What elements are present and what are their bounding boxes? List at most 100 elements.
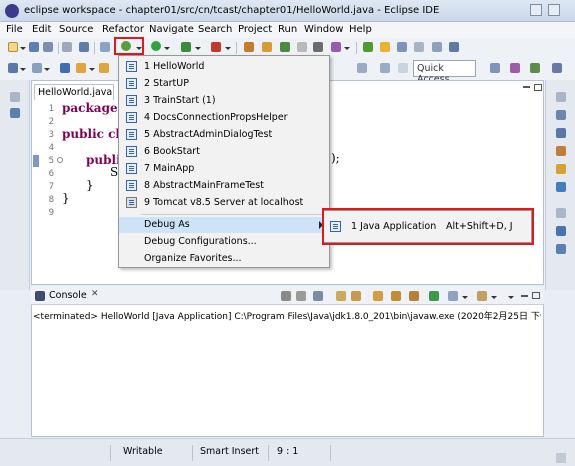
menu-window[interactable]: Window xyxy=(304,24,343,35)
java-perspective-icon[interactable] xyxy=(510,63,520,73)
menu-search[interactable]: Search xyxy=(198,24,232,35)
new-java-project-icon[interactable] xyxy=(244,42,254,52)
chevron-down-icon[interactable] xyxy=(20,68,26,71)
code-line[interactable]: } xyxy=(62,191,70,205)
open-perspective-icon[interactable] xyxy=(490,63,500,73)
outline-icon[interactable] xyxy=(556,128,566,138)
back-icon[interactable] xyxy=(76,63,86,73)
task-list-icon[interactable] xyxy=(556,110,566,120)
pin-console-icon[interactable] xyxy=(429,291,439,301)
view-menu-icon[interactable] xyxy=(508,296,514,299)
menu-item-recent-4[interactable]: 4 DocsConnectionPropsHelper xyxy=(119,110,329,126)
code-line[interactable]: } xyxy=(86,178,94,192)
menu-refactor[interactable]: Refactor xyxy=(102,24,144,35)
show-on-output-icon[interactable] xyxy=(391,291,401,301)
menu-item-recent-8[interactable]: 8 AbstractMainFrameTest xyxy=(119,178,329,194)
menu-item-debug-as[interactable]: Debug As xyxy=(119,217,329,233)
minimize-button[interactable] xyxy=(530,4,542,16)
javadoc-icon[interactable] xyxy=(556,244,566,254)
maximize-button[interactable] xyxy=(548,4,560,16)
code-line[interactable]: package xyxy=(62,101,118,115)
menu-edit[interactable]: Edit xyxy=(32,24,51,35)
new-class-icon[interactable] xyxy=(280,42,290,52)
whitespace-icon[interactable] xyxy=(432,42,442,52)
minimize-console-icon[interactable] xyxy=(521,295,528,297)
chevron-down-icon[interactable] xyxy=(89,68,95,71)
maximize-console-icon[interactable] xyxy=(532,292,540,299)
chevron-down-icon[interactable] xyxy=(195,47,201,50)
block-selection-icon[interactable] xyxy=(397,42,407,52)
chevron-down-icon[interactable] xyxy=(491,296,497,299)
search-icon[interactable] xyxy=(331,42,341,52)
mark-occurrences-icon[interactable] xyxy=(380,42,390,52)
annotation-next-icon[interactable] xyxy=(363,42,373,52)
debug-perspective-icon[interactable] xyxy=(530,63,540,73)
new-package-icon[interactable] xyxy=(262,42,272,52)
previous-annotation-icon[interactable] xyxy=(32,63,42,73)
new-icon[interactable] xyxy=(8,42,18,52)
save-all-icon[interactable] xyxy=(43,42,53,52)
menu-run[interactable]: Run xyxy=(278,24,297,35)
close-icon[interactable]: ✕ xyxy=(91,289,99,299)
chevron-down-icon[interactable] xyxy=(225,47,231,50)
bookmark-icon[interactable] xyxy=(556,146,566,156)
menu-item-debug-configurations[interactable]: Debug Configurations... xyxy=(119,234,329,250)
run-icon[interactable] xyxy=(151,41,161,51)
menu-item-organize-favorites[interactable]: Organize Favorites... xyxy=(119,251,329,267)
menu-project[interactable]: Project xyxy=(238,24,272,35)
scroll-lock-icon[interactable] xyxy=(351,291,361,301)
coverage-icon[interactable] xyxy=(181,42,191,52)
remove-all-icon[interactable] xyxy=(313,291,323,301)
menu-item-recent-9[interactable]: 9 Tomcat v8.5 Server at localhost xyxy=(119,195,329,211)
open-type-icon[interactable] xyxy=(297,42,307,52)
minimize-editor-icon[interactable] xyxy=(523,86,530,88)
menu-file[interactable]: File xyxy=(6,24,23,35)
remove-launch-icon[interactable] xyxy=(296,291,306,301)
package-explorer-icon[interactable] xyxy=(10,108,20,118)
toggle-icon[interactable] xyxy=(380,63,390,73)
open-task-icon[interactable] xyxy=(313,42,323,52)
restore-icon[interactable] xyxy=(10,92,20,102)
chevron-down-icon[interactable] xyxy=(164,47,170,50)
save-icon[interactable] xyxy=(29,42,39,52)
last-edit-icon[interactable] xyxy=(60,63,70,73)
next-annotation-icon[interactable] xyxy=(8,63,18,73)
forward-icon[interactable] xyxy=(99,63,109,73)
restore-icon[interactable] xyxy=(556,208,566,218)
hierarchy-icon[interactable] xyxy=(556,182,566,192)
console-tab[interactable]: Console xyxy=(49,290,87,301)
skip-breakpoints-icon[interactable] xyxy=(100,42,110,52)
menu-item-recent-5[interactable]: 5 AbstractAdminDialogTest xyxy=(119,127,329,143)
fold-icon[interactable] xyxy=(57,157,63,163)
show-whitespace-icon[interactable] xyxy=(449,42,459,52)
resize-grip-icon[interactable] xyxy=(556,453,566,463)
chevron-down-icon[interactable] xyxy=(462,296,468,299)
show-on-error-icon[interactable] xyxy=(409,291,419,301)
more-icon[interactable] xyxy=(398,63,408,73)
open-console-icon[interactable] xyxy=(477,291,487,301)
code-line[interactable]: public cl xyxy=(62,127,120,141)
word-wrap-icon[interactable] xyxy=(373,291,383,301)
terminate-icon[interactable] xyxy=(281,291,291,301)
menu-item-recent-1[interactable]: 1 HelloWorld xyxy=(119,59,329,75)
print-icon[interactable] xyxy=(62,42,72,52)
menu-item-recent-2[interactable]: 2 StartUP xyxy=(119,76,329,92)
clear-console-icon[interactable] xyxy=(336,291,346,301)
menu-item-recent-3[interactable]: 3 TrainStart (1) xyxy=(119,93,329,109)
restore-icon[interactable] xyxy=(556,92,566,102)
quick-fix-icon[interactable] xyxy=(556,164,566,174)
menu-item-recent-6[interactable]: 6 BookStart xyxy=(119,144,329,160)
display-console-icon[interactable] xyxy=(448,291,458,301)
chevron-down-icon[interactable] xyxy=(44,68,50,71)
maximize-editor-icon[interactable] xyxy=(534,84,542,91)
chevron-down-icon[interactable] xyxy=(344,47,350,50)
terminal-icon[interactable] xyxy=(79,42,89,52)
external-tools-icon[interactable] xyxy=(211,42,221,52)
menu-help[interactable]: Help xyxy=(349,24,372,35)
menu-item-recent-7[interactable]: 7 MainApp xyxy=(119,161,329,177)
pin-editor-icon[interactable] xyxy=(357,63,367,73)
quick-access-input[interactable]: Quick Access xyxy=(413,60,476,85)
word-wrap-icon[interactable] xyxy=(414,42,424,52)
menu-source[interactable]: Source xyxy=(59,24,93,35)
editor-tab[interactable]: HelloWorld.java xyxy=(34,84,114,100)
